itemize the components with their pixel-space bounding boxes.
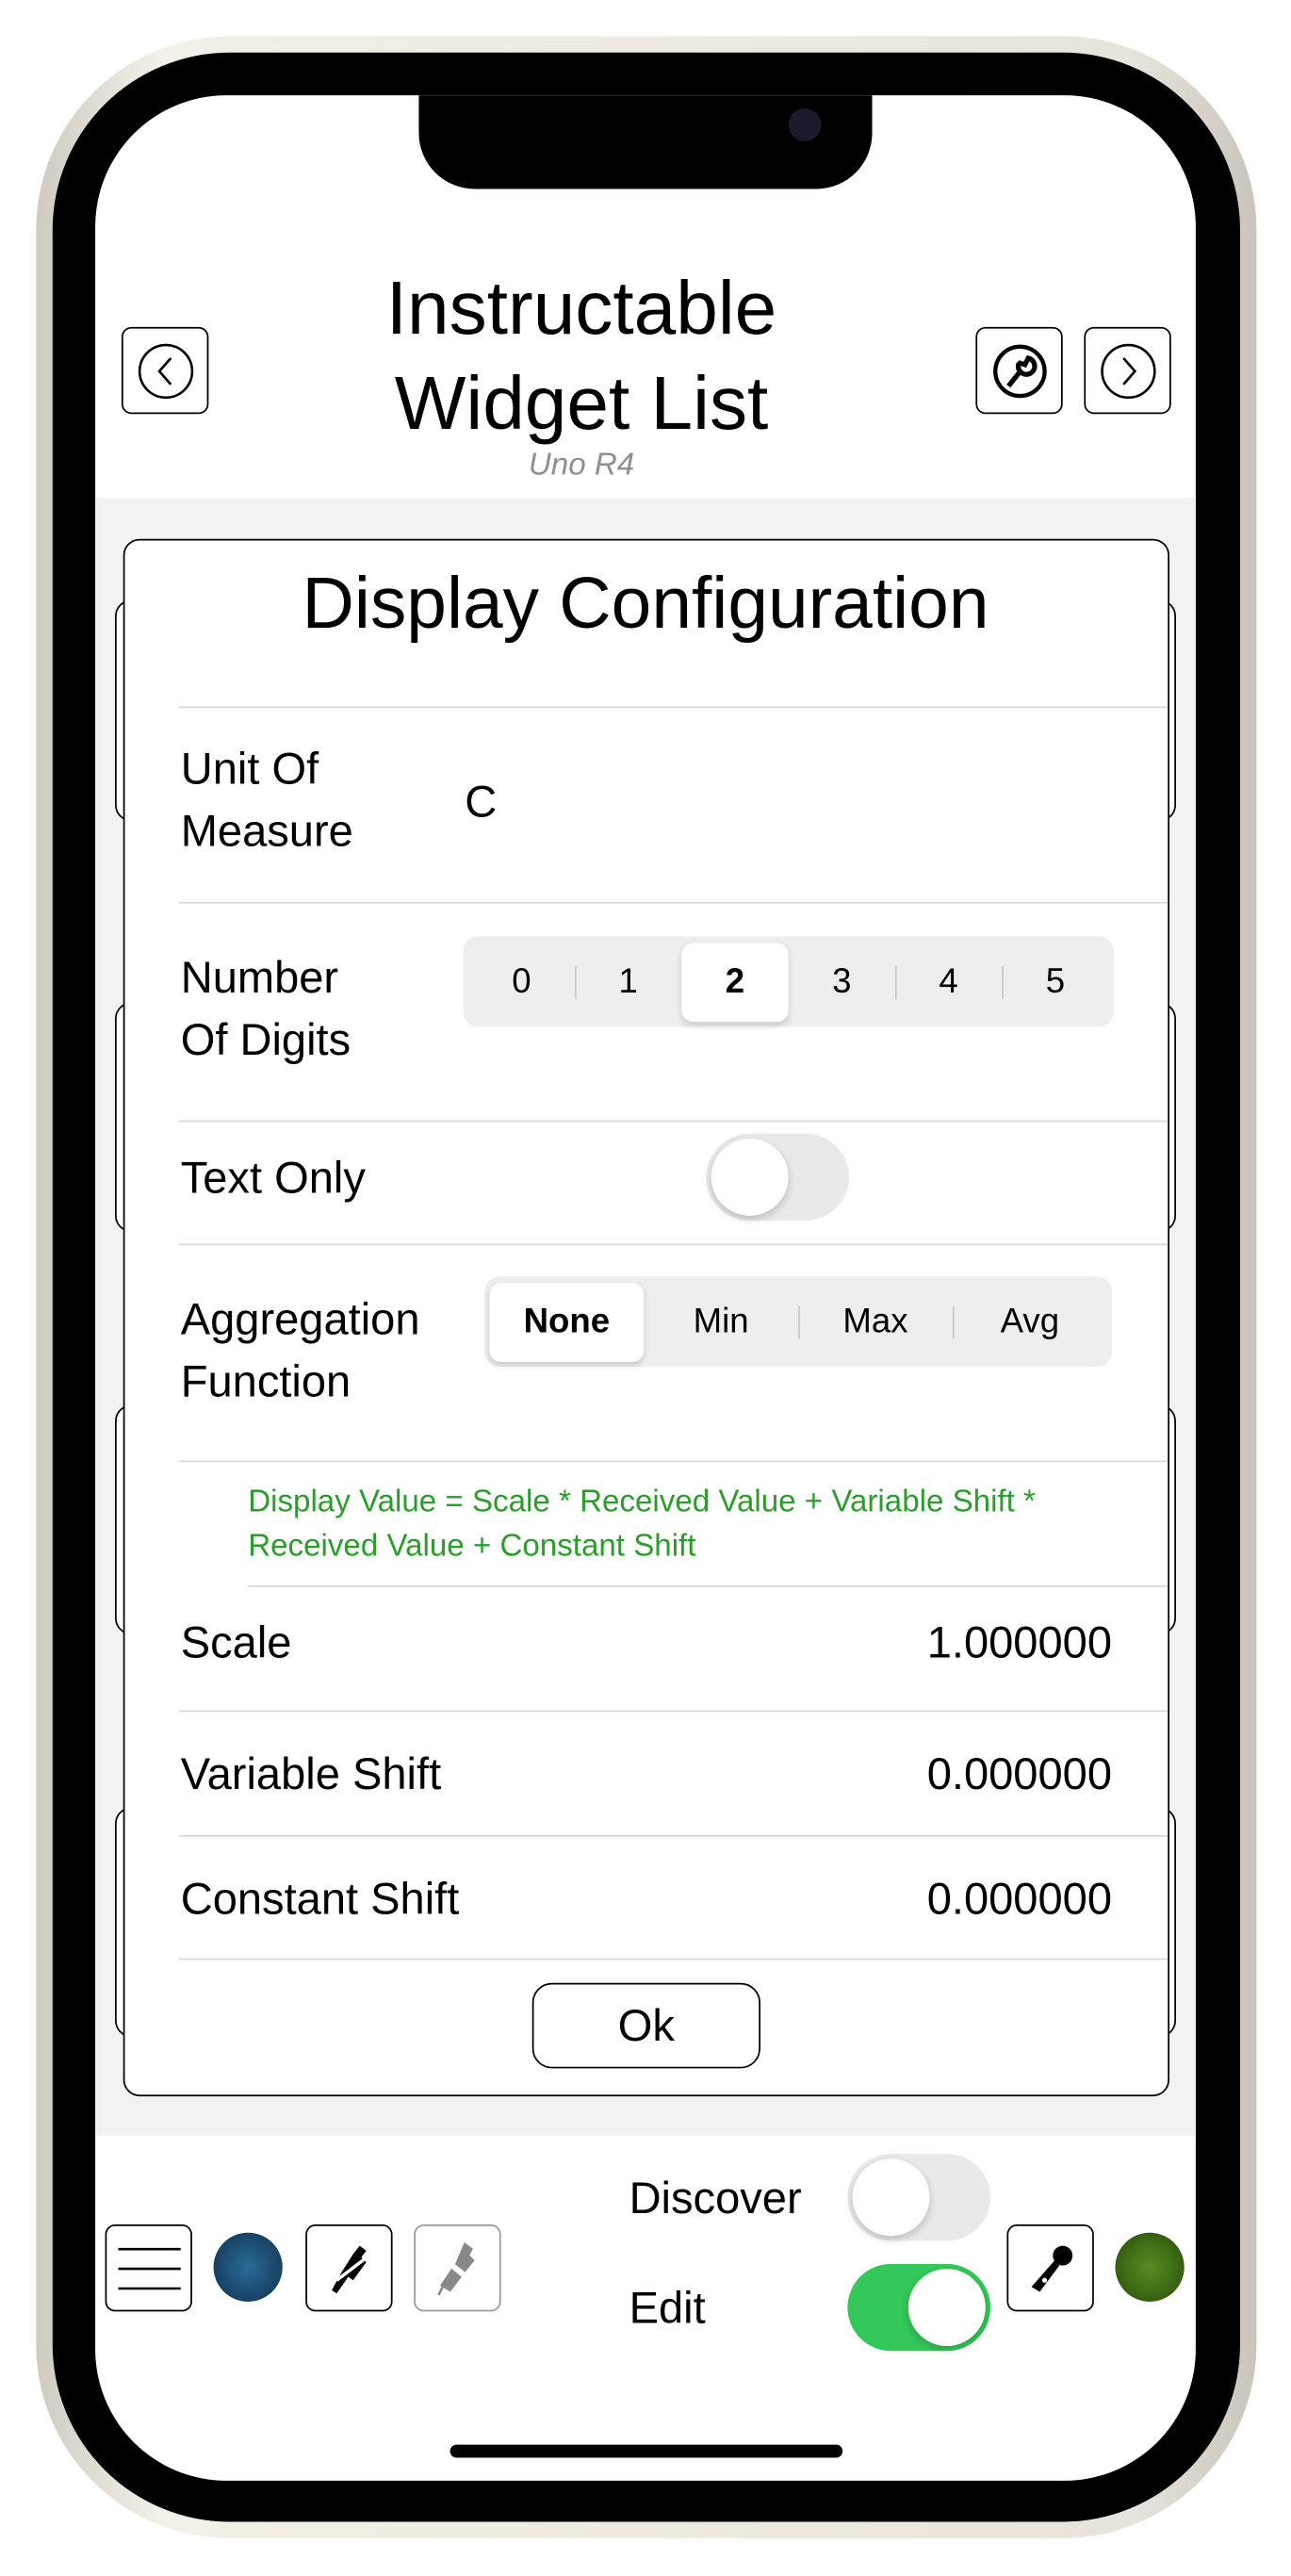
scale-label: Scale [180, 1617, 292, 1668]
page-title: Instructable Widget List [385, 264, 777, 446]
device-subtitle: Uno R4 [528, 448, 635, 484]
digits-option-0[interactable]: 0 [468, 943, 575, 1022]
divider [178, 1710, 1168, 1713]
digits-label: Number Of Digits [180, 952, 351, 1065]
dialog-title: Display Configuration [302, 563, 989, 645]
aggregation-option-avg[interactable]: Avg [952, 1282, 1107, 1361]
back-button[interactable] [121, 326, 209, 415]
chevron-left-circle-icon [137, 342, 193, 399]
settings-button[interactable] [975, 326, 1063, 415]
divider [178, 901, 1168, 904]
aggregation-label: Aggregation Function [180, 1294, 420, 1407]
constant-shift-input[interactable]: 0.000000 [927, 1868, 1112, 1930]
digits-option-2[interactable]: 2 [681, 942, 789, 1022]
wrench-icon [992, 343, 1046, 398]
text-only-label: Text Only [180, 1153, 366, 1203]
formula-text: Display Value = Scale * Received Value +… [248, 1485, 1036, 1565]
variable-shift-input[interactable]: 0.000000 [927, 1743, 1112, 1805]
edit-label: Edit [629, 2283, 706, 2334]
connection-status-led [213, 2232, 283, 2302]
digits-option-3[interactable]: 3 [789, 943, 895, 1022]
aggregation-option-max[interactable]: Max [798, 1282, 953, 1361]
constant-shift-label: Constant Shift [180, 1874, 460, 1925]
digits-option-1[interactable]: 1 [575, 943, 681, 1022]
menu-button[interactable] [105, 2224, 192, 2312]
connect-button[interactable] [305, 2224, 393, 2312]
divider [178, 1834, 1168, 1837]
digits-segmented-control[interactable]: 0 1 2 3 4 5 [463, 936, 1114, 1027]
microphone-icon [1030, 2244, 1072, 2291]
status-led [1115, 2232, 1185, 2302]
voice-button[interactable] [1006, 2224, 1094, 2312]
digits-option-4[interactable]: 4 [894, 943, 1002, 1022]
notch [418, 95, 873, 189]
text-only-toggle[interactable] [706, 1133, 850, 1222]
divider [248, 1584, 1168, 1587]
screen: Instructable Widget List Uno R4 Display C… [95, 95, 1196, 2481]
ok-button[interactable]: Ok [531, 1982, 761, 2069]
divider [178, 1243, 1168, 1246]
discover-toggle[interactable] [847, 2154, 991, 2241]
scale-input[interactable]: 1.000000 [927, 1612, 1112, 1674]
home-indicator[interactable] [449, 2444, 843, 2458]
camera [788, 108, 822, 141]
chevron-right-circle-icon [1100, 342, 1155, 399]
unit-label: Unit Of Measure [180, 744, 353, 857]
edit-toggle[interactable] [847, 2263, 991, 2352]
unplug-icon [436, 2241, 474, 2295]
unit-value[interactable]: C [465, 770, 497, 832]
variable-shift-label: Variable Shift [180, 1749, 442, 1799]
forward-button[interactable] [1084, 326, 1171, 415]
divider [178, 1120, 1168, 1123]
divider [178, 1958, 1168, 1961]
plug-icon [331, 2244, 366, 2293]
display-configuration-dialog: Display Configuration Unit Of Measure C N… [123, 538, 1170, 2097]
aggregation-segmented-control[interactable]: None Min Max Avg [484, 1276, 1113, 1368]
disconnect-button[interactable] [414, 2224, 501, 2312]
digits-option-5[interactable]: 5 [1002, 943, 1108, 1022]
divider [178, 706, 1168, 709]
divider [178, 1460, 1168, 1463]
aggregation-option-min[interactable]: Min [644, 1282, 798, 1361]
discover-label: Discover [629, 2173, 802, 2223]
hamburger-icon [117, 2246, 180, 2289]
aggregation-option-none[interactable]: None [489, 1282, 645, 1362]
